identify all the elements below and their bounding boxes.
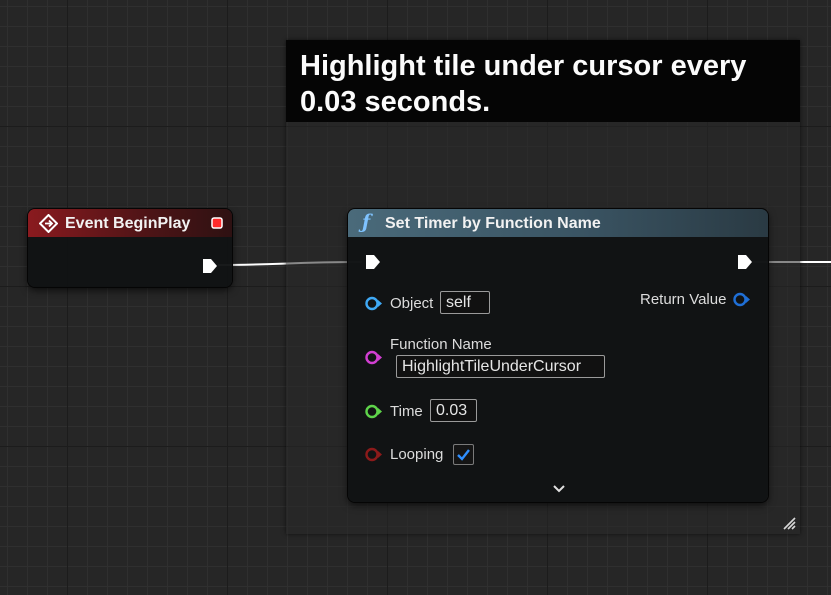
function-name-pin-icon[interactable]	[365, 350, 384, 365]
function-f-icon: ƒ	[362, 211, 371, 233]
exec-out-pin-timer[interactable]	[737, 254, 753, 270]
chevron-down-icon[interactable]	[552, 484, 566, 494]
comment-text-line1: Highlight tile under cursor every	[300, 50, 747, 82]
resize-grip-icon[interactable]	[782, 516, 796, 530]
looping-pin-label: Looping	[390, 446, 444, 463]
object-value-field[interactable]: self	[440, 291, 490, 314]
check-mark-icon	[457, 449, 470, 461]
exec-out-pin[interactable]	[202, 258, 218, 274]
event-delegate-pin[interactable]	[211, 217, 223, 229]
time-pin-label: Time	[390, 403, 423, 420]
return-value-pin-icon[interactable]	[733, 292, 752, 307]
looping-pin-icon[interactable]	[365, 447, 384, 462]
time-value-field[interactable]: 0.03	[430, 399, 477, 422]
set-timer-by-function-name-node[interactable]: ƒ Set Timer by Function Name Object self…	[348, 209, 768, 502]
return-value-label: Return Value	[640, 291, 727, 308]
exec-in-pin[interactable]	[365, 254, 381, 270]
object-pin-label: Object	[390, 295, 434, 312]
looping-checkbox[interactable]	[453, 444, 474, 465]
comment-header[interactable]: Highlight tile under cursor every 0.03 s…	[286, 40, 800, 122]
event-diamond-icon	[39, 214, 58, 233]
function-name-value-field[interactable]: HighlightTileUnderCursor	[396, 355, 605, 378]
object-pin-icon[interactable]	[365, 296, 384, 311]
function-name-pin-label: Function Name	[390, 336, 492, 353]
comment-text-line2: 0.03 seconds.	[300, 86, 491, 118]
function-node-title: Set Timer by Function Name	[385, 215, 601, 232]
function-node-header[interactable]: ƒ Set Timer by Function Name	[348, 209, 768, 237]
event-node-header[interactable]: Event BeginPlay	[28, 209, 232, 237]
time-pin-icon[interactable]	[365, 404, 384, 419]
event-node-title: Event BeginPlay	[65, 215, 191, 232]
event-beginplay-node[interactable]: Event BeginPlay	[28, 209, 232, 287]
